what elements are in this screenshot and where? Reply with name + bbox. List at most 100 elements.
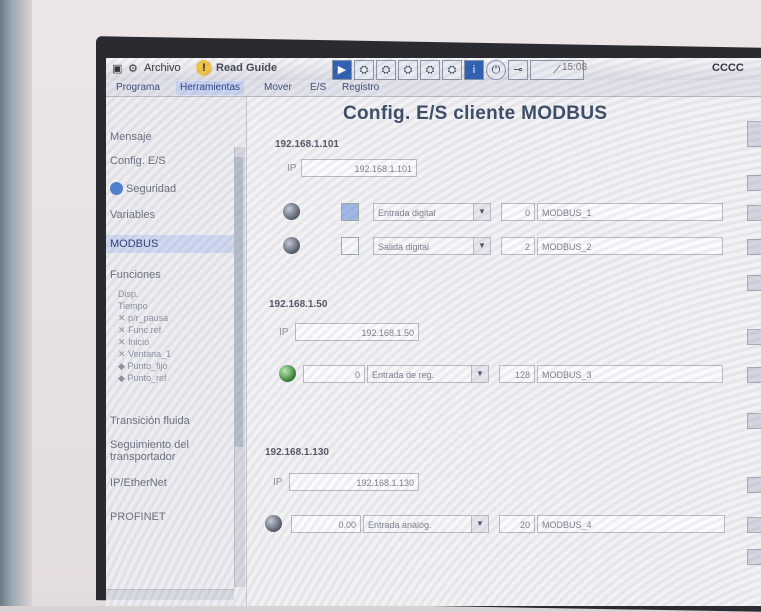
name-field[interactable]: MODBUS_3 bbox=[537, 365, 723, 383]
side-button[interactable] bbox=[747, 367, 761, 383]
tab-programa[interactable]: Programa bbox=[112, 81, 164, 95]
shield-icon bbox=[110, 182, 123, 195]
tab-registro[interactable]: Registro bbox=[338, 81, 383, 95]
sidebar-item-mensaje[interactable]: Mensaje bbox=[110, 131, 152, 143]
address-field[interactable]: 2 bbox=[501, 237, 535, 255]
sidebar-sub-pausa[interactable]: ✕ p/r_pausa bbox=[118, 313, 168, 324]
ip-address-field[interactable]: 192.168.1.101 bbox=[301, 159, 417, 177]
type-select[interactable]: Salida digital ▼ bbox=[373, 237, 491, 255]
group-header: 192.168.1.130 bbox=[265, 447, 329, 458]
value-checkbox[interactable] bbox=[341, 237, 359, 255]
name-field[interactable]: MODBUS_1 bbox=[537, 203, 723, 221]
side-button[interactable] bbox=[747, 175, 761, 191]
brand-label: Read Guide bbox=[216, 62, 278, 74]
tab-bar: Programa Herramientas Mover E/S Registro bbox=[106, 80, 761, 97]
chevron-down-icon[interactable]: ▼ bbox=[471, 366, 488, 382]
menubar: ▣ ⚙ Archivo ! Read Guide ▶ ⛭ ⛭ ⛭ ⛭ ⛭ i ⏻… bbox=[106, 58, 761, 80]
side-button[interactable] bbox=[747, 275, 761, 291]
sidebar-sub-funcref-label: Func.ref bbox=[128, 325, 162, 335]
side-button[interactable] bbox=[747, 517, 761, 533]
ip-label: IP bbox=[279, 327, 289, 338]
sidebar-scroll-thumb[interactable] bbox=[235, 157, 243, 447]
value-field[interactable]: 0 bbox=[303, 365, 365, 383]
sidebar-sub-ventana-label: Ventana_1 bbox=[128, 349, 172, 359]
side-button[interactable] bbox=[747, 329, 761, 345]
value-checkbox[interactable] bbox=[341, 203, 359, 221]
name-field[interactable]: MODBUS_2 bbox=[537, 237, 723, 255]
status-indicator bbox=[265, 515, 282, 532]
main-panel: Config. E/S cliente MODBUS 192.168.1.101… bbox=[247, 97, 761, 606]
robot-icon-1[interactable]: ⛭ bbox=[354, 60, 374, 80]
side-button[interactable] bbox=[747, 121, 761, 147]
name-field[interactable]: MODBUS_4 bbox=[537, 515, 725, 533]
type-select[interactable]: Entrada de reg. ▼ bbox=[367, 365, 489, 383]
ip-label: IP bbox=[273, 477, 283, 488]
side-button[interactable] bbox=[747, 413, 761, 429]
robot-icon-4[interactable]: ⛭ bbox=[420, 60, 440, 80]
status-indicator bbox=[283, 203, 300, 220]
background-wall bbox=[0, 0, 32, 606]
chevron-down-icon[interactable]: ▼ bbox=[471, 516, 488, 532]
group-header: 192.168.1.101 bbox=[275, 139, 339, 150]
ip-address-field[interactable]: 192.168.1.50 bbox=[295, 323, 419, 341]
type-select[interactable]: Entrada analóg. ▼ bbox=[363, 515, 489, 533]
sidebar-sub-ventana[interactable]: ✕ Ventana_1 bbox=[118, 349, 171, 360]
tab-es[interactable]: E/S bbox=[306, 81, 330, 95]
gear-icon[interactable]: ⚙ bbox=[128, 62, 138, 75]
sidebar-item-seguridad[interactable]: Seguridad bbox=[110, 182, 177, 195]
sidebar-sub-tiempo[interactable]: Tiempo bbox=[118, 301, 148, 311]
sidebar-item-variables[interactable]: Variables bbox=[110, 209, 155, 221]
robot-icon-2[interactable]: ⛭ bbox=[376, 60, 396, 80]
sidebar-h-scrollbar[interactable] bbox=[106, 589, 234, 600]
sidebar-item-ethernet[interactable]: IP/EtherNet bbox=[110, 477, 167, 489]
side-button[interactable] bbox=[747, 205, 761, 221]
ip-address-field[interactable]: 192.168.1.130 bbox=[289, 473, 419, 491]
power-icon[interactable]: ⏻ bbox=[486, 60, 506, 80]
side-button[interactable] bbox=[747, 477, 761, 493]
sidebar-sub-punto-fijo-label: Punto_fijo bbox=[127, 361, 168, 371]
side-button[interactable] bbox=[747, 239, 761, 255]
close-icon: ✕ bbox=[118, 337, 126, 347]
sidebar-item-seguridad-label: Seguridad bbox=[126, 183, 177, 195]
sidebar-sub-punto-ref[interactable]: ◆ Punto_ref bbox=[118, 373, 166, 384]
tab-mover[interactable]: Mover bbox=[260, 81, 296, 95]
robot-icon-3[interactable]: ⛭ bbox=[398, 60, 418, 80]
type-select-value: Entrada digital bbox=[378, 208, 436, 218]
ip-label: IP bbox=[287, 163, 297, 174]
close-icon: ✕ bbox=[118, 313, 126, 323]
status-text: 15:08 bbox=[562, 62, 588, 73]
type-select-value: Salida digital bbox=[378, 242, 430, 252]
chevron-down-icon[interactable]: ▼ bbox=[473, 238, 490, 254]
sidebar-sub-punto-ref-label: Punto_ref bbox=[127, 373, 167, 383]
address-field[interactable]: 20 bbox=[499, 515, 535, 533]
play-icon[interactable]: ▶ bbox=[332, 60, 352, 80]
sidebar-sub-funcref[interactable]: ✕ Func.ref bbox=[118, 325, 161, 336]
warning-icon[interactable]: ! bbox=[196, 60, 212, 76]
sidebar-item-transicion[interactable]: Transición fluida bbox=[110, 415, 190, 427]
sidebar-sub-inicio[interactable]: ✕ Inicio bbox=[118, 337, 149, 348]
group-header: 192.168.1.50 bbox=[269, 299, 328, 310]
app-icon[interactable]: ▣ bbox=[112, 62, 122, 75]
sidebar-item-modbus[interactable]: MODBUS bbox=[106, 235, 238, 253]
address-field[interactable]: 0 bbox=[501, 203, 535, 221]
sidebar-item-seguimiento[interactable]: Seguimiento del transportador bbox=[110, 439, 228, 463]
sidebar-sub-disp[interactable]: Disp. bbox=[118, 289, 139, 299]
menu-archive[interactable]: Archivo bbox=[144, 62, 181, 74]
robot-icon-5[interactable]: ⛭ bbox=[442, 60, 462, 80]
type-select[interactable]: Entrada digital ▼ bbox=[373, 203, 491, 221]
chevron-down-icon[interactable]: ▼ bbox=[473, 204, 490, 220]
value-field[interactable]: 0.00 bbox=[291, 515, 361, 533]
io-icon[interactable]: ⊸ bbox=[508, 60, 528, 80]
sidebar-sub-pausa-label: p/r_pausa bbox=[128, 313, 169, 323]
sidebar-sub-inicio-label: Inicio bbox=[128, 337, 150, 347]
sidebar-item-profinet[interactable]: PROFINET bbox=[110, 511, 166, 523]
page-title: Config. E/S cliente MODBUS bbox=[343, 103, 608, 124]
tab-herramientas[interactable]: Herramientas bbox=[176, 81, 245, 95]
point-icon: ◆ bbox=[118, 373, 125, 383]
side-button[interactable] bbox=[747, 549, 761, 565]
sidebar-item-config-es[interactable]: Config. E/S bbox=[110, 155, 166, 167]
address-field[interactable]: 128 bbox=[499, 365, 535, 383]
sidebar-item-funciones[interactable]: Funciones bbox=[110, 269, 161, 281]
sidebar-sub-punto-fijo[interactable]: ◆ Punto_fijo bbox=[118, 361, 167, 372]
info-icon[interactable]: i bbox=[464, 60, 484, 80]
